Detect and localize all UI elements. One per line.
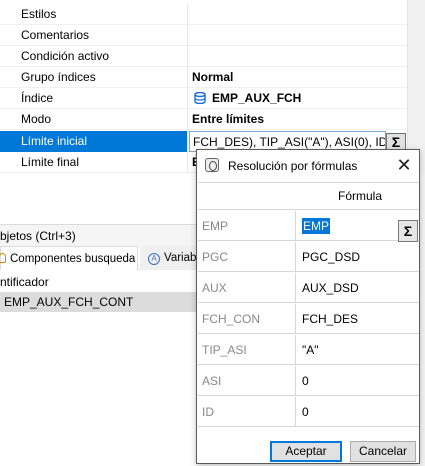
param-name: PGC [198, 242, 296, 272]
param-name: ID [198, 397, 296, 427]
prop-name: Límite inicial [0, 131, 188, 152]
prop-row-condicion-activo[interactable]: Condición activo [0, 46, 407, 67]
tab-variables[interactable]: A Variab [140, 246, 200, 270]
formula-row-pgc[interactable]: PGC PGC_DSD [198, 242, 419, 272]
formula-value[interactable]: 0 [297, 397, 419, 427]
database-icon [194, 92, 206, 104]
formula-value[interactable]: PGC_DSD [297, 242, 419, 272]
formula-resolution-dialog: Resolución por fórmulas ✕ Fórmula EMP EM… [196, 149, 420, 464]
prop-value[interactable]: EMP_AUX_FCH [189, 88, 407, 109]
cancel-button[interactable]: Cancelar [350, 441, 416, 462]
param-name: AUX [198, 273, 296, 303]
prop-name: Grupo índices [0, 67, 188, 88]
formula-value[interactable]: "A" [297, 335, 419, 365]
prop-name: Condición activo [0, 46, 188, 67]
variable-icon: A [148, 253, 160, 265]
prop-name: Comentarios [0, 25, 188, 46]
index-name: EMP_AUX_FCH [212, 91, 302, 105]
prop-value[interactable]: Normal [189, 67, 407, 88]
app-icon [205, 158, 219, 172]
prop-name: Modo [0, 109, 188, 130]
formula-row-asi[interactable]: ASI 0 [198, 366, 419, 396]
lower-tabs: Componentes busqueda A Variab [0, 246, 200, 270]
identifier-column-header[interactable]: ntificador [0, 272, 200, 292]
formula-sigma-button[interactable]: Σ [398, 220, 418, 242]
prop-value[interactable] [189, 25, 407, 46]
close-icon[interactable]: ✕ [394, 154, 414, 176]
formula-row-id[interactable]: ID 0 [198, 397, 419, 427]
background-panel [420, 173, 425, 466]
tab-componentes-busqueda[interactable]: Componentes busqueda [0, 246, 138, 270]
formula-value: EMP [302, 218, 331, 234]
formula-row-tip-asi[interactable]: TIP_ASI "A" [198, 335, 419, 365]
prop-value[interactable]: Entre límites [189, 109, 407, 130]
prop-name: Estilos [0, 4, 188, 25]
prop-value[interactable] [189, 46, 407, 67]
prop-name: Límite final [0, 152, 188, 173]
prop-row-comentarios[interactable]: Comentarios [0, 25, 407, 46]
dialog-titlebar[interactable]: Resolución por fórmulas ✕ [197, 150, 419, 182]
prop-row-grupo-indices[interactable]: Grupo índices Normal [0, 67, 407, 88]
tab-label: Variab [164, 252, 197, 264]
bulb-icon [0, 253, 6, 263]
vertical-scrollbar[interactable] [407, 0, 425, 173]
tab-label: Componentes busqueda [10, 253, 136, 265]
formula-row-aux[interactable]: AUX AUX_DSD [198, 273, 419, 303]
formula-table: Fórmula EMP EMP Σ PGC PGC_DSD AUX AUX_DS… [198, 182, 419, 432]
list-item[interactable]: EMP_AUX_FCH_CONT [0, 292, 200, 312]
formula-value[interactable]: 0 [297, 366, 419, 396]
formula-column-header: Fórmula [198, 183, 419, 210]
param-name: TIP_ASI [198, 335, 296, 365]
prop-value[interactable] [189, 4, 407, 25]
formula-row-emp[interactable]: EMP EMP Σ [198, 211, 419, 242]
formula-row-fch-con[interactable]: FCH_CON FCH_DES [198, 304, 419, 334]
column-header-label: Fórmula [338, 189, 383, 203]
formula-value[interactable]: FCH_DES [297, 304, 419, 334]
prop-row-estilos[interactable]: Estilos [0, 4, 407, 25]
dialog-title: Resolución por fórmulas [228, 159, 358, 173]
param-name: EMP [198, 211, 296, 241]
formula-value[interactable]: AUX_DSD [297, 273, 419, 303]
prop-row-indice[interactable]: Índice EMP_AUX_FCH [0, 88, 407, 109]
accept-button[interactable]: Aceptar [270, 441, 342, 462]
property-grid: Estilos Comentarios Condición activo Gru… [0, 0, 425, 173]
objects-panel-header: bjetos (Ctrl+3) [0, 224, 200, 246]
param-name: ASI [198, 366, 296, 396]
param-name: FCH_CON [198, 304, 296, 334]
prop-row-modo[interactable]: Modo Entre límites [0, 109, 407, 130]
prop-name: Índice [0, 88, 188, 109]
